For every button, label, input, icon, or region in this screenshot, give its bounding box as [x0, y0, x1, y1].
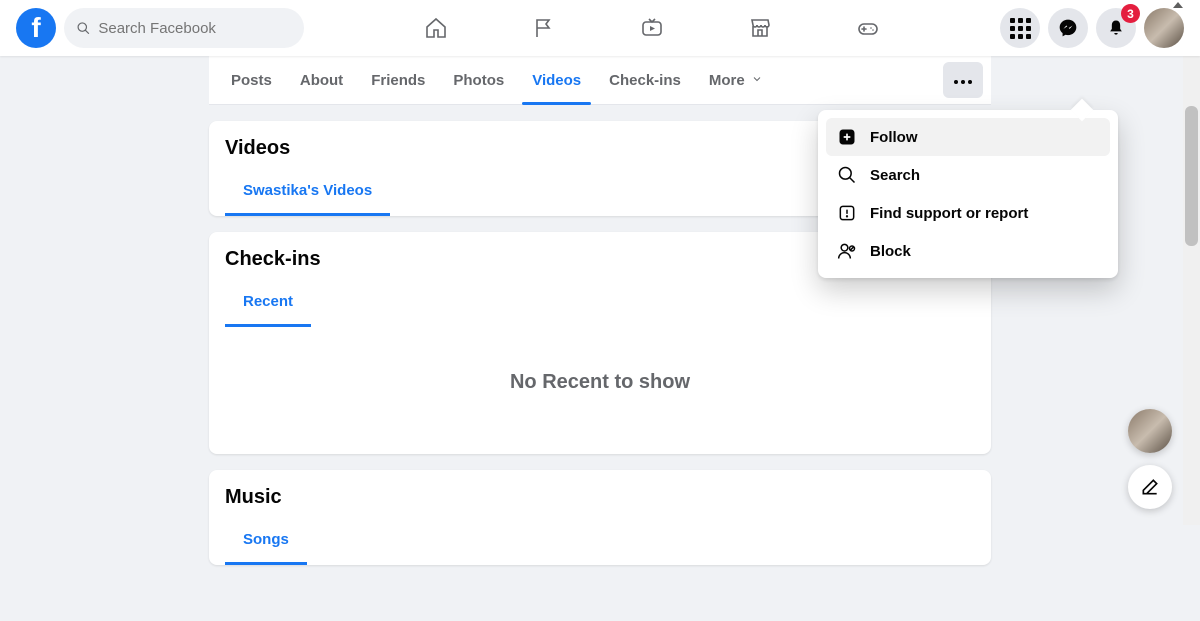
chat-avatar-fab[interactable] — [1128, 409, 1172, 453]
menu-button[interactable] — [1000, 8, 1040, 48]
nav-gaming[interactable] — [818, 4, 918, 52]
music-title: Music — [225, 486, 975, 509]
dropdown-block-label: Block — [870, 243, 911, 260]
tab-more-label: More — [709, 72, 745, 89]
dropdown-search-label: Search — [870, 167, 920, 184]
scrollbar-thumb[interactable] — [1185, 106, 1198, 246]
new-message-fab[interactable] — [1128, 465, 1172, 509]
videos-subtab[interactable]: Swastika's Videos — [225, 170, 390, 216]
scroll-up-arrow[interactable] — [1173, 2, 1183, 8]
nav-pages[interactable] — [494, 4, 594, 52]
top-navbar: f 3 — [0, 0, 1200, 56]
tab-about[interactable]: About — [286, 56, 357, 105]
tab-posts[interactable]: Posts — [217, 56, 286, 105]
follow-plus-icon — [836, 126, 858, 148]
bell-icon — [1106, 18, 1126, 38]
dropdown-follow-label: Follow — [870, 129, 918, 146]
messenger-button[interactable] — [1048, 8, 1088, 48]
notifications-button[interactable]: 3 — [1096, 8, 1136, 48]
center-nav — [304, 4, 1000, 52]
more-actions-dropdown: Follow Search Find support or report Blo… — [818, 110, 1118, 278]
checkins-subtab[interactable]: Recent — [225, 281, 311, 327]
nav-marketplace[interactable] — [710, 4, 810, 52]
tab-videos[interactable]: Videos — [518, 56, 595, 105]
logo-letter: f — [31, 12, 40, 44]
watch-icon — [640, 16, 664, 40]
search-box[interactable] — [64, 8, 304, 48]
dropdown-report[interactable]: Find support or report — [826, 194, 1110, 232]
nav-watch[interactable] — [602, 4, 702, 52]
dropdown-search[interactable]: Search — [826, 156, 1110, 194]
tab-more[interactable]: More — [695, 56, 777, 105]
tab-photos[interactable]: Photos — [439, 56, 518, 105]
notification-badge: 3 — [1121, 4, 1140, 23]
right-nav: 3 — [1000, 8, 1184, 48]
chevron-down-icon — [751, 72, 763, 89]
ellipsis-icon — [953, 71, 974, 89]
more-actions-button[interactable] — [943, 62, 983, 98]
tab-friends[interactable]: Friends — [357, 56, 439, 105]
search-icon — [76, 20, 90, 36]
dropdown-follow[interactable]: Follow — [826, 118, 1110, 156]
marketplace-icon — [748, 16, 772, 40]
gaming-icon — [856, 16, 880, 40]
music-card: Music Songs — [209, 470, 991, 565]
report-icon — [836, 202, 858, 224]
home-icon — [424, 16, 448, 40]
profile-tabs: Posts About Friends Photos Videos Check-… — [209, 56, 991, 105]
dropdown-report-label: Find support or report — [870, 205, 1028, 222]
menu-grid-icon — [1010, 18, 1031, 39]
facebook-logo[interactable]: f — [16, 8, 56, 48]
vertical-scrollbar[interactable] — [1183, 56, 1200, 525]
block-person-icon — [836, 240, 858, 262]
profile-avatar[interactable] — [1144, 8, 1184, 48]
tab-checkins[interactable]: Check-ins — [595, 56, 695, 105]
dropdown-block[interactable]: Block — [826, 232, 1110, 270]
flag-icon — [532, 16, 556, 40]
nav-home[interactable] — [386, 4, 486, 52]
checkins-empty-text: No Recent to show — [225, 327, 975, 454]
music-subtab[interactable]: Songs — [225, 519, 307, 565]
messenger-icon — [1058, 18, 1078, 38]
search-input[interactable] — [98, 20, 292, 37]
compose-icon — [1140, 477, 1160, 497]
search-icon — [836, 164, 858, 186]
